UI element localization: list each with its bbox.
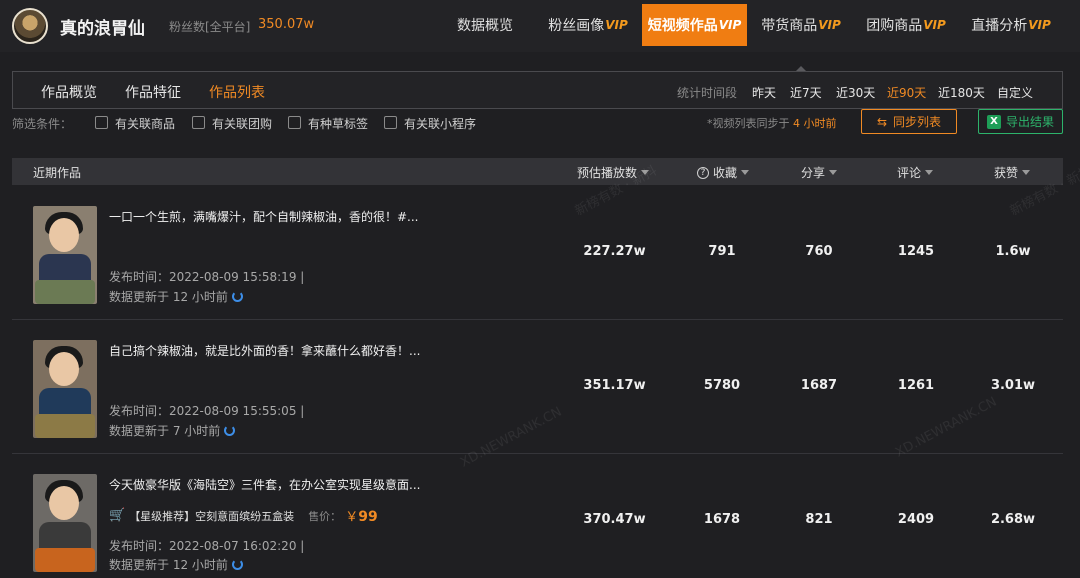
sort-caret-icon <box>925 170 934 175</box>
product-name[interactable]: 【星级推荐】空刻意面缤纷五盒装 <box>129 508 294 524</box>
comments-value: 1261 <box>897 378 935 393</box>
top-bar: 真的浪胃仙 粉丝数[全平台] 350.07w 数据概览 粉丝画像 VIP 短视频作… <box>0 0 1080 52</box>
period-30d[interactable]: 近30天 <box>836 84 875 101</box>
table-row[interactable]: 今天做豪华版《海陆空》三件套，在办公室实现星级意面... 🛒 【星级推荐】空刻意… <box>12 454 1063 578</box>
favorites-value: 5780 <box>703 378 741 393</box>
excel-icon: X <box>986 114 1001 129</box>
period-label: 统计时间段 <box>677 86 738 100</box>
price-value: ￥99 <box>345 509 378 525</box>
sort-caret-icon <box>829 170 838 175</box>
account-name: 真的浪胃仙 <box>60 19 145 39</box>
sort-caret-icon <box>741 170 750 175</box>
nav-group-buy[interactable]: 团购商品 VIP <box>860 4 952 46</box>
sync-note: *视频列表同步于 4 小时前 <box>707 117 837 130</box>
checkbox-label[interactable]: 有种草标签 <box>308 115 368 132</box>
avatar[interactable] <box>12 8 48 44</box>
checkbox-seed-tag[interactable] <box>288 116 301 129</box>
likes-value: 2.68w <box>990 512 1036 527</box>
period-yesterday[interactable]: 昨天 <box>752 84 776 101</box>
fans-value: 350.07w <box>258 17 315 32</box>
shares-value: 760 <box>805 244 833 259</box>
refresh-icon[interactable] <box>224 425 236 436</box>
favorites-value: 1678 <box>703 512 741 527</box>
checkbox-linked-goods[interactable] <box>95 116 108 129</box>
header-comments[interactable]: 评论 <box>897 164 934 181</box>
comments-value: 1245 <box>897 244 935 259</box>
publish-time: 发布时间：2022-08-09 15:55:05 | <box>109 404 305 418</box>
update-time: 数据更新于 12 小时前 <box>109 556 243 573</box>
nav-fan-profile[interactable]: 粉丝画像 VIP <box>542 4 634 46</box>
plays-value: 370.47w <box>583 512 646 527</box>
nav-data-overview[interactable]: 数据概览 <box>446 4 524 46</box>
nav-live-analysis[interactable]: 直播分析 VIP <box>965 4 1057 46</box>
checkbox-label[interactable]: 有关联商品 <box>115 115 175 132</box>
publish-time: 发布时间：2022-08-09 15:58:19 | <box>109 270 305 284</box>
sync-icon: ⇆ <box>876 114 888 129</box>
period-180d[interactable]: 近180天 <box>938 84 985 101</box>
price-label: 售价： <box>308 509 342 523</box>
video-thumbnail[interactable] <box>33 340 97 438</box>
header-likes[interactable]: 获赞 <box>994 164 1031 181</box>
refresh-icon[interactable] <box>231 559 243 570</box>
period-custom[interactable]: 自定义 <box>997 84 1033 101</box>
publish-time: 发布时间：2022-08-07 16:02:20 | <box>109 539 305 553</box>
export-button[interactable]: X 导出结果 <box>978 109 1063 134</box>
shares-value: 1687 <box>800 378 838 393</box>
vip-badge: VIP <box>923 18 946 32</box>
vip-badge: VIP <box>605 18 628 32</box>
plays-value: 351.17w <box>583 378 646 393</box>
nav-short-video[interactable]: 短视频作品 VIP <box>642 4 747 46</box>
fans-label: 粉丝数[全平台] <box>169 20 251 34</box>
period-7d[interactable]: 近7天 <box>790 84 822 101</box>
shares-value: 821 <box>805 512 833 527</box>
tab-overview[interactable]: 作品概览 <box>41 82 97 102</box>
header-shares[interactable]: 分享 <box>801 164 838 181</box>
update-time: 数据更新于 7 小时前 <box>109 422 236 439</box>
refresh-icon[interactable] <box>231 291 243 302</box>
vip-badge: VIP <box>718 18 742 32</box>
checkbox-mini-program[interactable] <box>384 116 397 129</box>
video-title[interactable]: 自己搞个辣椒油，就是比外面的香！拿来蘸什么都好香！... <box>109 342 420 359</box>
video-thumbnail[interactable] <box>33 206 97 304</box>
checkbox-linked-groupbuy[interactable] <box>192 116 205 129</box>
video-title[interactable]: 今天做豪华版《海陆空》三件套，在办公室实现星级意面... <box>109 476 420 493</box>
sort-caret-icon <box>1022 170 1031 175</box>
table-row[interactable]: 自己搞个辣椒油，就是比外面的香！拿来蘸什么都好香！... 发布时间：2022-0… <box>12 320 1063 454</box>
likes-value: 3.01w <box>990 378 1036 393</box>
cart-icon: 🛒 <box>109 508 126 523</box>
checkbox-label[interactable]: 有关联小程序 <box>404 115 476 132</box>
header-plays[interactable]: 预估播放数 <box>577 164 650 181</box>
table-row[interactable]: 一口一个生煎，满嘴爆汁，配个自制辣椒油，香的很！#... 发布时间：2022-0… <box>12 186 1063 320</box>
period-90d[interactable]: 近90天 <box>887 84 926 101</box>
filter-label: 筛选条件： <box>12 117 73 131</box>
sync-list-button[interactable]: ⇆ 同步列表 <box>861 109 957 134</box>
video-thumbnail[interactable] <box>33 474 97 572</box>
likes-value: 1.6w <box>995 244 1031 259</box>
header-favorites[interactable]: ? 收藏 <box>697 164 750 181</box>
linked-product[interactable]: 🛒 【星级推荐】空刻意面缤纷五盒装 售价： ￥99 <box>109 506 378 525</box>
tab-list[interactable]: 作品列表 <box>209 82 265 102</box>
plays-value: 227.27w <box>583 244 646 259</box>
table-header: 近期作品 预估播放数 ? 收藏 分享 评论 获赞 <box>12 158 1063 185</box>
favorites-value: 791 <box>708 244 736 259</box>
vip-badge: VIP <box>818 18 841 32</box>
comments-value: 2409 <box>897 512 935 527</box>
nav-goods[interactable]: 带货商品 VIP <box>755 4 847 46</box>
tab-features[interactable]: 作品特征 <box>125 82 181 102</box>
update-time: 数据更新于 12 小时前 <box>109 288 243 305</box>
header-recent-works: 近期作品 <box>33 166 82 180</box>
video-title[interactable]: 一口一个生煎，满嘴爆汁，配个自制辣椒油，香的很！#... <box>109 208 419 225</box>
sync-time: 4 小时前 <box>793 117 837 130</box>
help-icon[interactable]: ? <box>697 166 709 179</box>
sort-caret-icon <box>641 170 650 175</box>
checkbox-label[interactable]: 有关联团购 <box>212 115 272 132</box>
sub-header: 作品概览 作品特征 作品列表 统计时间段 昨天 近7天 近30天 近90天 近1… <box>12 71 1063 109</box>
vip-badge: VIP <box>1028 18 1051 32</box>
